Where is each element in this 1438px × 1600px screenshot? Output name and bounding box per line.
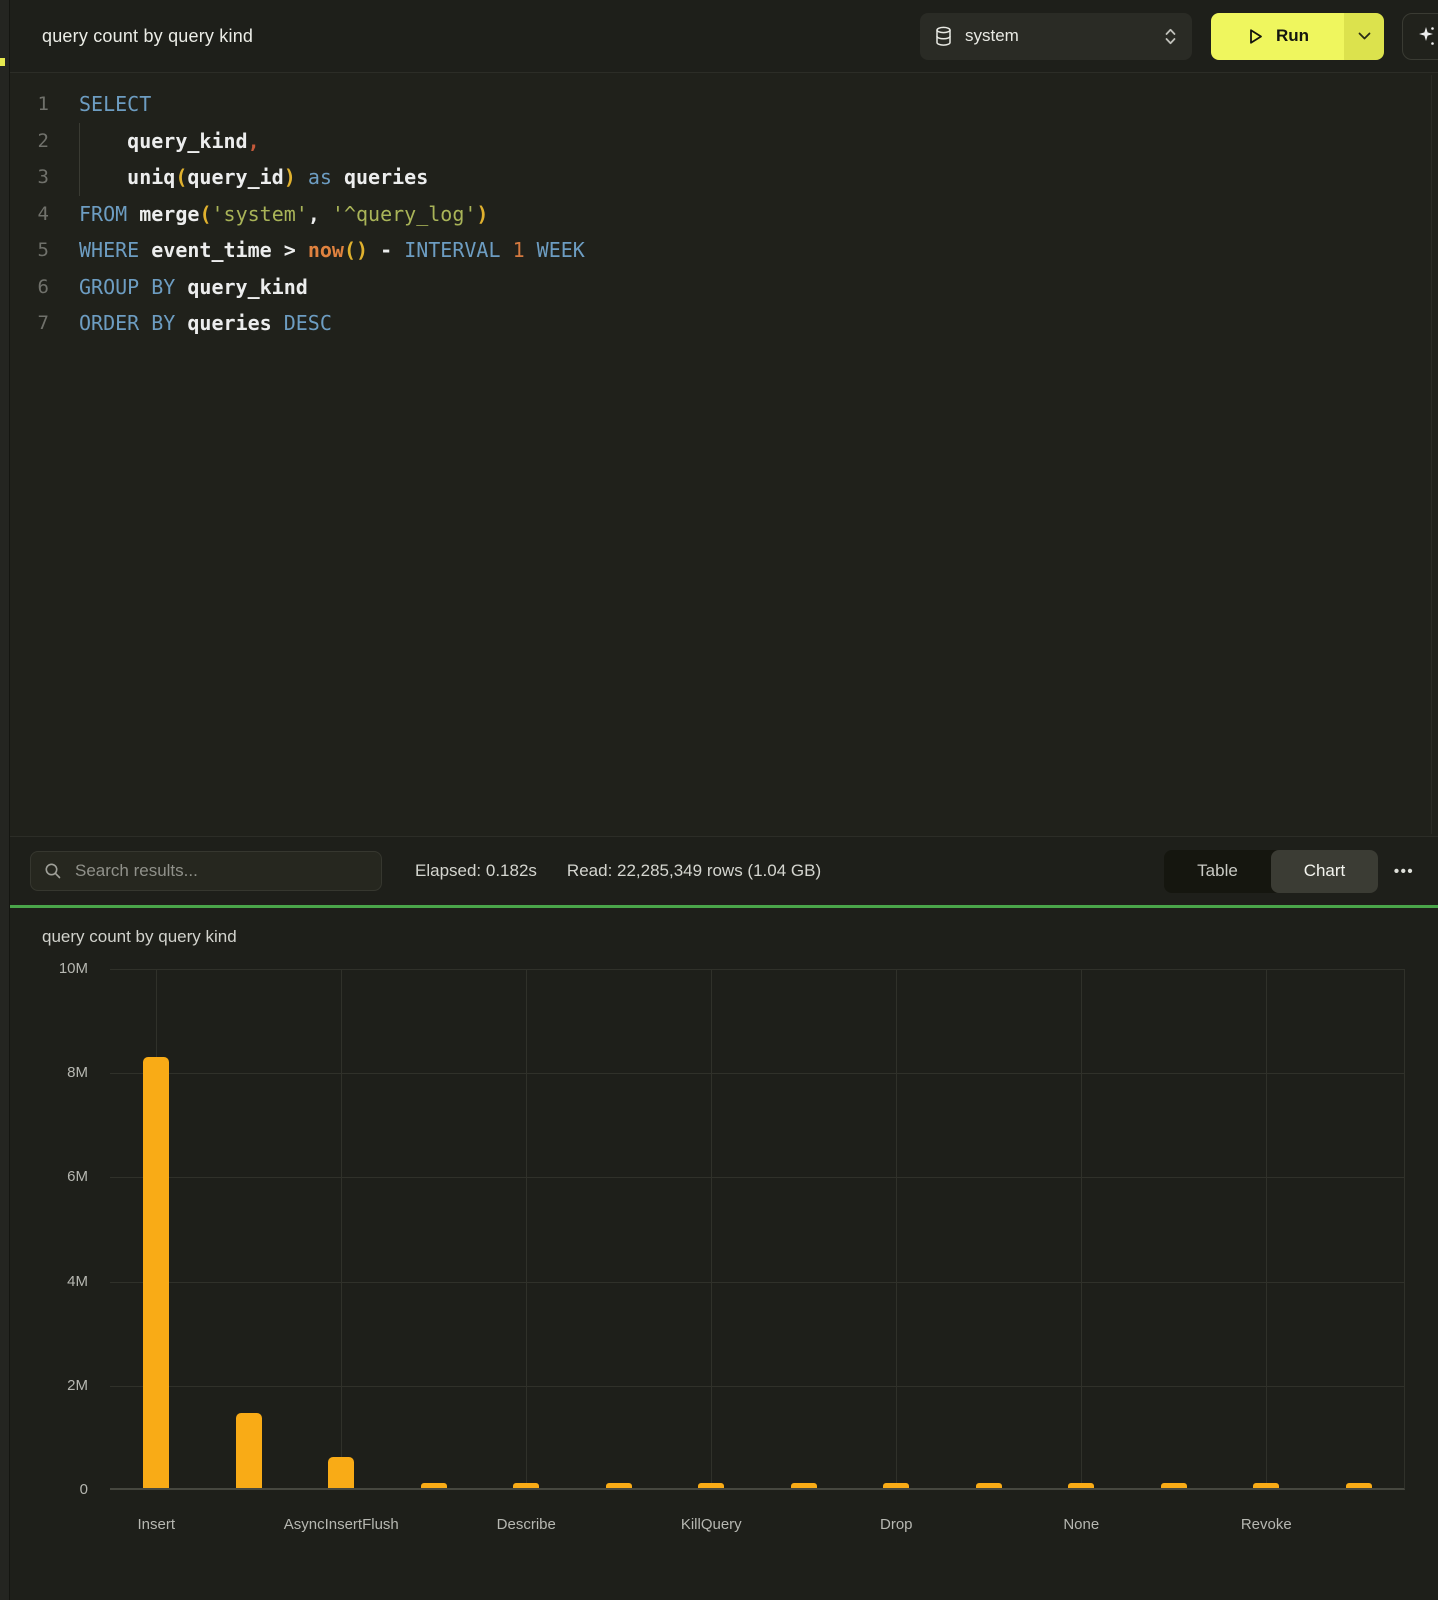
view-toggle: Table Chart bbox=[1164, 850, 1378, 893]
chart-bar[interactable] bbox=[236, 1413, 262, 1488]
chart-bar[interactable] bbox=[976, 1483, 1002, 1488]
code-line: 4FROM merge('system', '^query_log') bbox=[10, 196, 1438, 233]
x-tick-label: KillQuery bbox=[681, 1516, 742, 1533]
ai-assist-button[interactable] bbox=[1402, 13, 1438, 60]
code-line: 2 query_kind, bbox=[10, 123, 1438, 160]
y-tick-label: 4M bbox=[24, 1273, 88, 1290]
more-options-button[interactable]: ••• bbox=[1378, 850, 1430, 893]
chart-bar[interactable] bbox=[606, 1483, 632, 1488]
bar-chart-plot bbox=[110, 969, 1405, 1490]
line-number: 6 bbox=[10, 276, 49, 298]
left-edge-strip bbox=[0, 0, 10, 1600]
editor-scrollbar-track[interactable] bbox=[1431, 75, 1432, 834]
chart-bar[interactable] bbox=[328, 1457, 354, 1488]
code-line: 5WHERE event_time > now() - INTERVAL 1 W… bbox=[10, 232, 1438, 269]
y-tick-label: 6M bbox=[24, 1168, 88, 1185]
gridline bbox=[110, 1177, 1404, 1178]
x-tick-label: Revoke bbox=[1241, 1516, 1292, 1533]
code-lines: 1SELECT2 query_kind,3 uniq(query_id) as … bbox=[10, 86, 1438, 342]
y-tick-label: 10M bbox=[24, 960, 88, 977]
y-tick-label: 0 bbox=[24, 1481, 88, 1498]
gridline bbox=[110, 1282, 1404, 1283]
search-input[interactable] bbox=[73, 860, 368, 882]
topbar: query count by query kind system bbox=[10, 0, 1438, 73]
database-name: system bbox=[965, 26, 1019, 46]
search-icon bbox=[44, 862, 62, 880]
gridline bbox=[110, 1386, 1404, 1387]
x-tick-label: Insert bbox=[137, 1516, 175, 1533]
query-title: query count by query kind bbox=[42, 26, 253, 47]
x-tick-label: None bbox=[1063, 1516, 1099, 1533]
chart-bar[interactable] bbox=[143, 1057, 169, 1488]
gridline bbox=[1081, 969, 1082, 1488]
line-number: 1 bbox=[10, 93, 49, 115]
gridline bbox=[110, 1073, 1404, 1074]
line-number: 4 bbox=[10, 203, 49, 225]
chart-bar[interactable] bbox=[1068, 1483, 1094, 1488]
gridline bbox=[341, 969, 342, 1488]
active-tab-indicator bbox=[0, 58, 5, 66]
x-tick-label: AsyncInsertFlush bbox=[284, 1516, 399, 1533]
database-selector[interactable]: system bbox=[920, 13, 1192, 60]
chart-bar[interactable] bbox=[883, 1483, 909, 1488]
y-tick-label: 2M bbox=[24, 1377, 88, 1394]
line-number: 3 bbox=[10, 166, 49, 188]
chevron-down-icon bbox=[1358, 32, 1371, 40]
chevron-up-down-icon bbox=[1164, 27, 1177, 46]
chart-bar[interactable] bbox=[1253, 1483, 1279, 1488]
topbar-actions: system bbox=[920, 13, 1438, 60]
run-label: Run bbox=[1276, 26, 1309, 46]
sql-console: query count by query kind system bbox=[0, 0, 1438, 1600]
gridline bbox=[526, 969, 527, 1488]
run-button-group: Run bbox=[1211, 13, 1384, 60]
x-tick-label: Describe bbox=[497, 1516, 556, 1533]
y-tick-label: 8M bbox=[24, 1064, 88, 1081]
sparkle-icon bbox=[1416, 24, 1438, 48]
chart-bar[interactable] bbox=[421, 1483, 447, 1488]
horizontal-ellipsis-icon: ••• bbox=[1394, 863, 1414, 880]
line-number: 5 bbox=[10, 239, 49, 261]
chart-title: query count by query kind bbox=[42, 927, 237, 947]
gridline bbox=[1266, 969, 1267, 1488]
line-number: 7 bbox=[10, 312, 49, 334]
results-toolbar: Elapsed: 0.182s Read: 22,285,349 rows (1… bbox=[10, 836, 1438, 905]
chart-bar[interactable] bbox=[698, 1483, 724, 1488]
code-line: 1SELECT bbox=[10, 86, 1438, 123]
gridline bbox=[711, 969, 712, 1488]
code-line: 3 uniq(query_id) as queries bbox=[10, 159, 1438, 196]
main-area: query count by query kind system bbox=[10, 0, 1438, 1600]
gridline bbox=[110, 969, 1404, 970]
chart-bar[interactable] bbox=[1346, 1483, 1372, 1488]
code-line: 6GROUP BY query_kind bbox=[10, 269, 1438, 306]
chart-panel: query count by query kind 0 2M 4M 6M 8M 10M I… bbox=[10, 908, 1438, 1600]
tab-table[interactable]: Table bbox=[1164, 850, 1271, 893]
code-line: 7ORDER BY queries DESC bbox=[10, 305, 1438, 342]
database-icon bbox=[935, 26, 952, 47]
x-tick-label: Drop bbox=[880, 1516, 913, 1533]
search-box[interactable] bbox=[30, 851, 382, 891]
play-icon bbox=[1246, 27, 1265, 46]
run-options-button[interactable] bbox=[1344, 13, 1384, 60]
chart-bar[interactable] bbox=[513, 1483, 539, 1488]
chart-bar[interactable] bbox=[791, 1483, 817, 1488]
tab-chart[interactable]: Chart bbox=[1271, 850, 1378, 893]
elapsed-stat: Elapsed: 0.182s bbox=[415, 861, 537, 881]
chart-bar[interactable] bbox=[1161, 1483, 1187, 1488]
run-button[interactable]: Run bbox=[1211, 13, 1344, 60]
sql-editor[interactable]: 1SELECT2 query_kind,3 uniq(query_id) as … bbox=[10, 73, 1438, 836]
read-stat: Read: 22,285,349 rows (1.04 GB) bbox=[567, 861, 821, 881]
gridline bbox=[896, 969, 897, 1488]
line-number: 2 bbox=[10, 130, 49, 152]
